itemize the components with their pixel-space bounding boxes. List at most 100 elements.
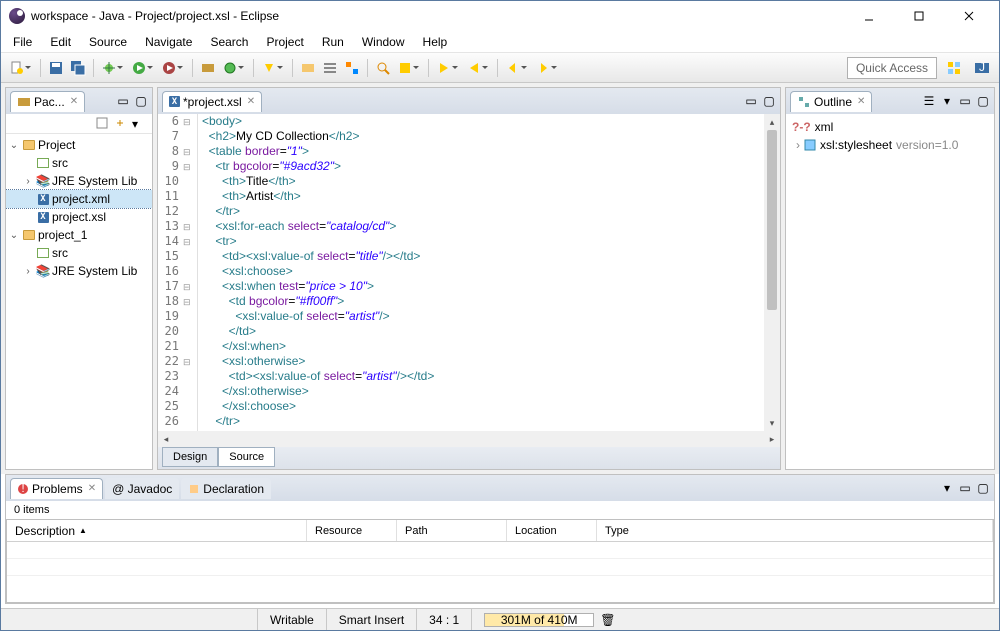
code-editor[interactable]: 6⊟78⊟9⊟10111213⊟14⊟151617⊟18⊟19202122⊟23… xyxy=(158,114,780,431)
declaration-tab[interactable]: Declaration xyxy=(181,478,271,499)
menu-run[interactable]: Run xyxy=(314,33,352,51)
package-tree[interactable]: ⌄Project src ›📚JRE System Lib Xproject.x… xyxy=(6,134,152,469)
open-perspective-button[interactable] xyxy=(943,57,965,79)
prev-annotation-button[interactable] xyxy=(464,58,484,78)
editor-tab[interactable]: X *project.xsl ✕ xyxy=(162,91,262,112)
editor-panel: X *project.xsl ✕ ▭ ▢ 6⊟78⊟9⊟10111213⊟14⊟… xyxy=(157,87,781,470)
scroll-left-icon[interactable]: ◂ xyxy=(158,434,174,445)
table-row[interactable] xyxy=(7,559,993,576)
open-type-button[interactable] xyxy=(259,58,279,78)
link-editor-icon[interactable] xyxy=(114,117,128,131)
maximize-view-icon[interactable]: ▢ xyxy=(976,481,990,495)
java-perspective-button[interactable]: J xyxy=(971,57,993,79)
problems-tab[interactable]: ! Problems ✕ xyxy=(10,478,103,499)
annotations-button[interactable] xyxy=(395,58,415,78)
source-tab[interactable]: Source xyxy=(218,447,275,467)
back-button[interactable] xyxy=(503,58,523,78)
save-button[interactable] xyxy=(46,58,66,78)
new-package-button[interactable] xyxy=(198,58,218,78)
outline-root[interactable]: ?-?xml xyxy=(792,118,988,136)
tree-project1[interactable]: ⌄project_1 xyxy=(6,226,152,244)
separator xyxy=(192,59,193,77)
scroll-down-icon[interactable]: ▾ xyxy=(770,415,775,431)
search-button[interactable] xyxy=(373,58,393,78)
run-last-button[interactable] xyxy=(159,58,179,78)
menu-search[interactable]: Search xyxy=(202,33,256,51)
new-button[interactable] xyxy=(7,58,27,78)
maximize-button[interactable] xyxy=(897,2,941,30)
status-position: 34 : 1 xyxy=(416,609,471,630)
open-task-button[interactable] xyxy=(298,58,318,78)
outline-tab[interactable]: Outline ✕ xyxy=(790,91,872,112)
maximize-view-icon[interactable]: ▢ xyxy=(134,94,148,108)
scroll-up-icon[interactable]: ▴ xyxy=(770,114,775,130)
vertical-scrollbar[interactable]: ▴ ▾ xyxy=(764,114,780,431)
close-button[interactable] xyxy=(947,2,991,30)
save-all-button[interactable] xyxy=(68,58,88,78)
menu-file[interactable]: File xyxy=(5,33,40,51)
tree-project[interactable]: ⌄Project xyxy=(6,136,152,154)
col-resource[interactable]: Resource xyxy=(307,520,397,541)
tree-project-xsl[interactable]: Xproject.xsl xyxy=(6,208,152,226)
javadoc-tab[interactable]: @ Javadoc xyxy=(105,478,179,499)
close-icon[interactable]: ✕ xyxy=(70,96,78,107)
window-title: workspace - Java - Project/project.xsl -… xyxy=(31,9,841,23)
menu-project[interactable]: Project xyxy=(258,33,311,51)
horizontal-scrollbar[interactable]: ◂ ▸ xyxy=(158,431,780,447)
debug-button[interactable] xyxy=(99,58,119,78)
menu-window[interactable]: Window xyxy=(354,33,413,51)
minimize-button[interactable] xyxy=(847,2,891,30)
close-icon[interactable]: ✕ xyxy=(857,96,865,107)
gc-icon[interactable]: 🗑 xyxy=(600,613,615,627)
run-button[interactable] xyxy=(129,58,149,78)
problems-table[interactable]: Description▲ Resource Path Location Type xyxy=(6,519,994,603)
tree-src[interactable]: src xyxy=(6,154,152,172)
col-type[interactable]: Type xyxy=(597,520,993,541)
close-icon[interactable]: ✕ xyxy=(88,483,96,494)
toggle-breadcrumb-button[interactable] xyxy=(320,58,340,78)
status-insert: Smart Insert xyxy=(326,609,416,630)
outline-stylesheet[interactable]: ›xsl:stylesheetversion=1.0 xyxy=(792,136,988,154)
tree-src1[interactable]: src xyxy=(6,244,152,262)
tab-label: Problems xyxy=(32,482,83,496)
next-annotation-button[interactable] xyxy=(434,58,454,78)
collapse-all-icon[interactable] xyxy=(96,117,110,131)
window-titlebar: workspace - Java - Project/project.xsl -… xyxy=(1,1,999,31)
tree-jre1[interactable]: ›📚JRE System Lib xyxy=(6,262,152,280)
minimize-view-icon[interactable]: ▭ xyxy=(744,94,758,108)
menu-source[interactable]: Source xyxy=(81,33,135,51)
maximize-view-icon[interactable]: ▢ xyxy=(976,94,990,108)
memory-bar[interactable]: 301M of 410M xyxy=(484,613,594,627)
view-menu-icon[interactable]: ▾ xyxy=(940,94,954,108)
package-explorer-tab[interactable]: Pac... ✕ xyxy=(10,91,85,112)
menu-help[interactable]: Help xyxy=(415,33,456,51)
tree-jre[interactable]: ›📚JRE System Lib xyxy=(6,172,152,190)
outline-filter-icon[interactable]: ☰ xyxy=(922,94,936,108)
col-path[interactable]: Path xyxy=(397,520,507,541)
close-icon[interactable]: ✕ xyxy=(247,96,255,107)
forward-button[interactable] xyxy=(533,58,553,78)
scroll-thumb[interactable] xyxy=(767,130,777,310)
tree-project-xml[interactable]: Xproject.xml xyxy=(6,190,152,208)
menu-navigate[interactable]: Navigate xyxy=(137,33,200,51)
main-toolbar: Quick Access J xyxy=(1,53,999,83)
view-menu-icon[interactable]: ▾ xyxy=(132,117,146,131)
col-location[interactable]: Location xyxy=(507,520,597,541)
scroll-right-icon[interactable]: ▸ xyxy=(764,434,780,445)
separator xyxy=(93,59,94,77)
svg-text:J: J xyxy=(979,60,985,74)
separator xyxy=(253,59,254,77)
col-description[interactable]: Description▲ xyxy=(7,520,307,541)
minimize-view-icon[interactable]: ▭ xyxy=(958,94,972,108)
menu-edit[interactable]: Edit xyxy=(42,33,79,51)
maximize-view-icon[interactable]: ▢ xyxy=(762,94,776,108)
table-row[interactable] xyxy=(7,542,993,559)
new-class-button[interactable] xyxy=(220,58,240,78)
minimize-view-icon[interactable]: ▭ xyxy=(116,94,130,108)
quick-access-field[interactable]: Quick Access xyxy=(847,57,937,79)
toggle-mark-button[interactable] xyxy=(342,58,362,78)
minimize-view-icon[interactable]: ▭ xyxy=(958,481,972,495)
view-menu-icon[interactable]: ▾ xyxy=(940,481,954,495)
design-tab[interactable]: Design xyxy=(162,447,218,467)
editor-tab-label: *project.xsl xyxy=(183,95,242,109)
